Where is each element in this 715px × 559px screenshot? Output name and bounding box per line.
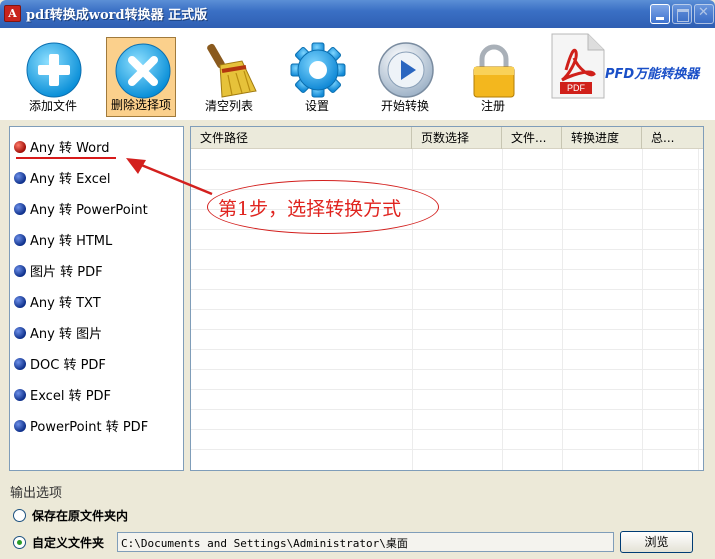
column-header-path[interactable]: 文件路径 [191,127,412,149]
file-table[interactable]: 文件路径 页数选择 文件... 转换进度 总... [190,126,704,471]
conversion-item-image-pdf[interactable]: 图片 转 PDF [14,261,103,281]
conversion-label: Any 转 Excel [30,172,111,187]
conversion-item-any-powerpoint[interactable]: Any 转 PowerPoint [14,199,148,219]
play-icon [378,42,434,98]
minimize-button[interactable] [650,4,670,24]
add-file-label: 添加文件 [28,99,77,113]
conversion-label: Any 转 TXT [30,296,101,311]
register-button[interactable]: 注册 [458,37,528,117]
grid-line [191,289,703,290]
conversion-label: DOC 转 PDF [30,358,106,373]
conversion-label: Excel 转 PDF [30,389,112,404]
output-path-field[interactable]: C:\Documents and Settings\Administrator\… [117,532,614,552]
x-circle-icon [115,43,171,99]
custom-folder-label: 自定义文件夹 [32,536,105,550]
pdf-file-icon: PDF [551,33,605,99]
conversion-item-any-html[interactable]: Any 转 HTML [14,230,112,250]
conversion-item-any-word[interactable]: Any 转 Word [14,137,110,157]
radio-icon [14,327,26,339]
close-button[interactable] [694,4,714,24]
settings-button[interactable]: 设置 [282,37,352,117]
same-folder-label: 保存在原文件夹内 [32,509,129,523]
brand-label: PFD万能转换器 [605,67,700,82]
grid-line [191,409,703,410]
grid-line [191,449,703,450]
conversion-item-excel-pdf[interactable]: Excel 转 PDF [14,385,111,405]
conversion-item-powerpoint-pdf[interactable]: PowerPoint 转 PDF [14,416,148,436]
register-label: 注册 [480,99,505,113]
radio-icon [14,389,26,401]
clear-list-button[interactable]: 清空列表 [194,37,264,117]
pdf-badge-text: PDF [567,83,586,93]
grid-line [191,169,703,170]
grid-line [502,149,503,470]
column-header-progress[interactable]: 转换进度 [562,127,642,149]
conversion-label: PowerPoint 转 PDF [30,420,149,435]
conversion-label: Any 转 Word [30,141,110,156]
active-radio-icon [14,141,26,153]
grid-line [191,249,703,250]
grid-line [191,389,703,390]
grid-line [191,309,703,310]
radio-icon [14,420,26,432]
same-folder-option[interactable]: 保存在原文件夹内 [13,507,128,525]
settings-label: 设置 [304,99,329,113]
conversion-item-any-txt[interactable]: Any 转 TXT [14,292,101,312]
grid-line [191,369,703,370]
radio-icon [14,172,26,184]
conversion-label: 图片 转 PDF [30,265,103,280]
grid-line [562,149,563,470]
table-header: 文件路径 页数选择 文件... 转换进度 总... [191,127,703,149]
column-header-file[interactable]: 文件... [502,127,562,149]
conversion-item-any-excel[interactable]: Any 转 Excel [14,168,111,188]
radio-icon [14,234,26,246]
delete-selected-label: 删除选择项 [110,98,171,112]
gear-icon [290,42,346,98]
title-bar[interactable]: A pdf转换成word转换器 正式版 [0,0,715,28]
annotation-arrow [126,158,213,196]
lock-icon [473,44,515,98]
delete-selected-button[interactable]: 删除选择项 [106,37,176,117]
clear-list-label: 清空列表 [204,99,253,113]
radio-icon [14,358,26,370]
browse-button[interactable]: 浏览 [620,531,693,553]
conversion-item-doc-pdf[interactable]: DOC 转 PDF [14,354,106,374]
radio-icon [14,265,26,277]
plus-circle-icon [26,42,82,98]
start-convert-label: 开始转换 [380,99,429,113]
radio-icon [14,296,26,308]
conversion-item-any-image[interactable]: Any 转 图片 [14,323,102,343]
conversion-label: Any 转 图片 [30,327,103,342]
toolbar: 添加文件 删除选择项 清空列表 设置 开始转换 注册 PDF PFD万能转换器 [0,28,715,120]
column-header-pages[interactable]: 页数选择 [412,127,502,149]
grid-line [191,329,703,330]
output-options-title: 输出选项 [10,486,63,501]
start-convert-button[interactable]: 开始转换 [370,37,440,117]
grid-line [698,149,699,470]
conversion-label: Any 转 PowerPoint [30,203,148,218]
acrobat-icon[interactable]: A [4,5,21,22]
broom-icon [207,43,257,98]
column-header-total[interactable]: 总... [642,127,703,149]
maximize-button[interactable] [672,4,692,24]
custom-folder-option[interactable]: 自定义文件夹 [13,534,104,552]
red-underline [16,157,116,159]
custom-folder-radio[interactable] [13,536,26,549]
window-title: pdf转换成word转换器 正式版 [26,8,208,23]
grid-line [191,429,703,430]
add-file-button[interactable]: 添加文件 [18,37,88,117]
conversion-label: Any 转 HTML [30,234,113,249]
same-folder-radio[interactable] [13,509,26,522]
grid-line [191,269,703,270]
grid-line [191,349,703,350]
radio-icon [14,203,26,215]
annotation-text: 第1步，选择转换方式 [218,198,402,220]
grid-line [642,149,643,470]
